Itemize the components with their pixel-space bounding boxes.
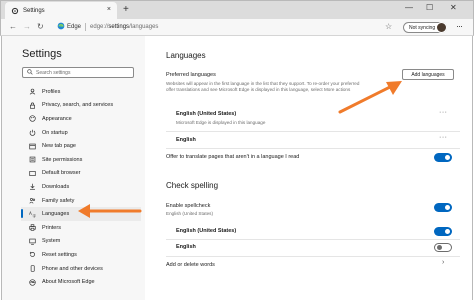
arrow-to-languages [78, 204, 142, 218]
arrow-to-add-languages [338, 81, 402, 114]
annotation-arrows [78, 81, 402, 218]
